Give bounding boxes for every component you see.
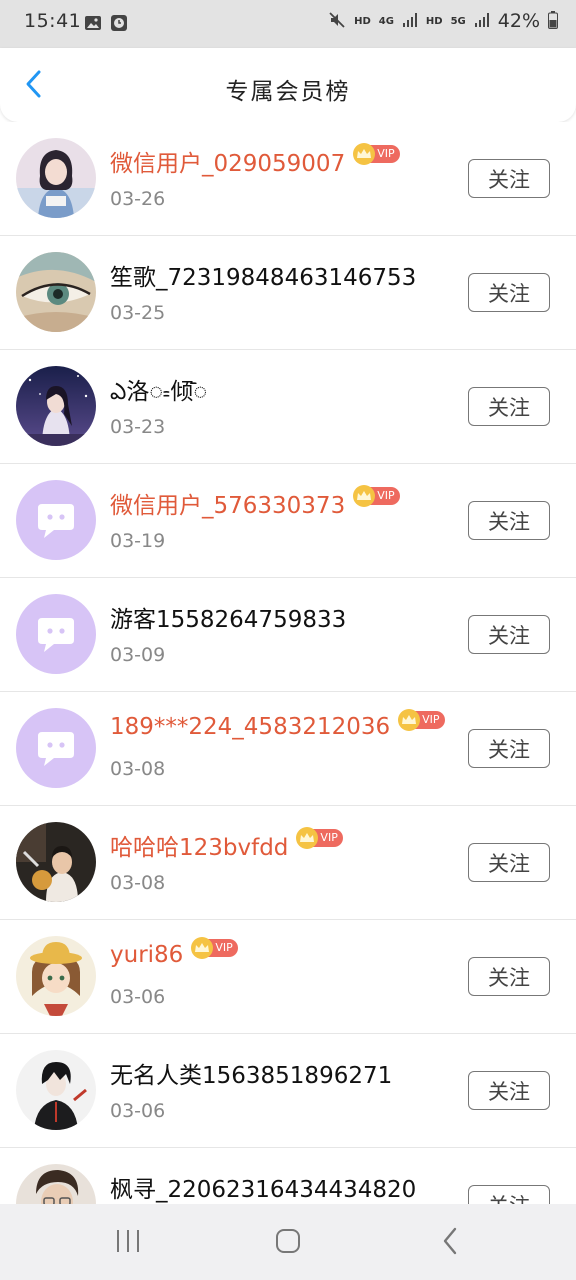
mute-icon [328, 11, 346, 32]
member-date: 03-06 [110, 1100, 166, 1122]
member-name[interactable]: 189***224_4583212036 [110, 714, 390, 740]
page-header: 专属会员榜 [0, 48, 576, 122]
name-line: 微信用户_029059007 VIP [110, 143, 400, 178]
member-name[interactable]: 微信用户_576330373 [110, 486, 345, 520]
follow-button[interactable]: 关注 [468, 957, 550, 996]
member-name[interactable]: 笙歌_72319848463146753 [110, 258, 416, 292]
name-line: 微信用户_576330373 VIP [110, 485, 400, 520]
member-name[interactable]: ఎ洛ᯫ倾ᯩ [110, 372, 207, 411]
5g-label: 5G [450, 15, 466, 27]
nav-back-button[interactable] [430, 1226, 470, 1260]
member-row[interactable]: 微信用户_576330373 VIP 03-19 关注 [0, 464, 576, 578]
crown-icon [398, 709, 421, 731]
member-row[interactable]: 无名人类1563851896271 03-06 关注 [0, 1034, 576, 1148]
member-name[interactable]: 游客1558264759833 [110, 600, 346, 634]
member-date: 03-06 [110, 986, 166, 1008]
home-icon [274, 1227, 302, 1259]
vip-badge: VIP [191, 937, 238, 959]
member-row[interactable]: 189***224_4583212036 VIP 03-08 关注 [0, 692, 576, 806]
member-row[interactable]: 笙歌_72319848463146753 03-25 关注 [0, 236, 576, 350]
member-name[interactable]: 微信用户_029059007 [110, 144, 345, 178]
follow-button[interactable]: 关注 [468, 387, 550, 426]
vip-badge: VIP [398, 709, 445, 731]
name-line: 哈哈哈123bvfdd VIP [110, 827, 343, 862]
name-line: 189***224_4583212036 VIP [110, 709, 445, 740]
night-sky-avatar[interactable] [16, 366, 96, 446]
member-name[interactable]: 枫寻_22062316434434820 [110, 1170, 416, 1204]
default-chat-avatar[interactable] [16, 708, 96, 788]
member-row[interactable]: 游客1558264759833 03-09 关注 [0, 578, 576, 692]
signal-icon-2 [474, 12, 490, 31]
gallery-icon [84, 14, 102, 36]
name-line: yuri86 VIP [110, 937, 238, 968]
member-row[interactable]: 哈哈哈123bvfdd VIP 03-08 关注 [0, 806, 576, 920]
hd-label: HD [354, 15, 371, 27]
member-list[interactable]: 微信用户_029059007 VIP 03-26 关注 笙歌_723198484… [0, 122, 576, 1204]
member-date: 03-23 [110, 416, 166, 438]
member-date: 03-19 [110, 530, 166, 552]
member-name[interactable]: yuri86 [110, 942, 183, 968]
default-chat-avatar[interactable] [16, 594, 96, 674]
follow-button[interactable]: 关注 [468, 1185, 550, 1204]
4g-label: 4G [378, 15, 394, 27]
hd-label-2: HD [425, 15, 443, 27]
name-line: ఎ洛ᯫ倾ᯩ [110, 372, 207, 411]
follow-button[interactable]: 关注 [468, 615, 550, 654]
follow-button[interactable]: 关注 [468, 1071, 550, 1110]
photo-girl-avatar[interactable] [16, 138, 96, 218]
member-row[interactable]: 微信用户_029059007 VIP 03-26 关注 [0, 122, 576, 236]
member-row[interactable]: 枫寻_22062316434434820 关注 [0, 1148, 576, 1204]
battery-percent: 42% [497, 10, 540, 32]
page-title: 专属会员榜 [225, 79, 351, 105]
clock-app-icon [110, 14, 128, 36]
child-photo-avatar[interactable] [16, 822, 96, 902]
follow-button[interactable]: 关注 [468, 273, 550, 312]
name-line: 无名人类1563851896271 [110, 1056, 392, 1090]
member-date: 03-09 [110, 644, 166, 666]
recent-apps-button[interactable] [108, 1226, 148, 1260]
home-button[interactable] [268, 1226, 308, 1260]
status-time: 15:41 [24, 10, 82, 32]
member-date: 03-26 [110, 188, 166, 210]
anime-girl-avatar[interactable] [16, 936, 96, 1016]
vip-badge: VIP [353, 143, 400, 165]
nav-back-icon [440, 1226, 460, 1260]
recent-apps-icon [114, 1228, 142, 1258]
follow-button[interactable]: 关注 [468, 729, 550, 768]
photo-boy-avatar[interactable] [16, 1164, 96, 1204]
status-bar: 15:41 HD 4G HD 5G 42% [0, 0, 576, 48]
painted-eye-avatar[interactable] [16, 252, 96, 332]
name-line: 游客1558264759833 [110, 600, 346, 634]
system-nav-bar [0, 1204, 576, 1280]
member-name[interactable]: 哈哈哈123bvfdd [110, 828, 288, 862]
default-chat-avatar[interactable] [16, 480, 96, 560]
member-row[interactable]: ఎ洛ᯫ倾ᯩ 03-23 关注 [0, 350, 576, 464]
follow-button[interactable]: 关注 [468, 843, 550, 882]
member-date: 03-08 [110, 872, 166, 894]
name-line: 笙歌_72319848463146753 [110, 258, 416, 292]
anime-boy-avatar[interactable] [16, 1050, 96, 1130]
follow-button[interactable]: 关注 [468, 501, 550, 540]
name-line: 枫寻_22062316434434820 [110, 1170, 416, 1204]
member-date: 03-25 [110, 302, 166, 324]
member-date: 03-08 [110, 758, 166, 780]
vip-badge: VIP [296, 827, 343, 849]
signal-icon [402, 12, 418, 31]
member-name[interactable]: 无名人类1563851896271 [110, 1056, 392, 1090]
follow-button[interactable]: 关注 [468, 159, 550, 198]
member-row[interactable]: yuri86 VIP 03-06 关注 [0, 920, 576, 1034]
status-right: HD 4G HD 5G 42% [328, 10, 558, 32]
vip-badge: VIP [353, 485, 400, 507]
battery-icon [548, 10, 558, 32]
